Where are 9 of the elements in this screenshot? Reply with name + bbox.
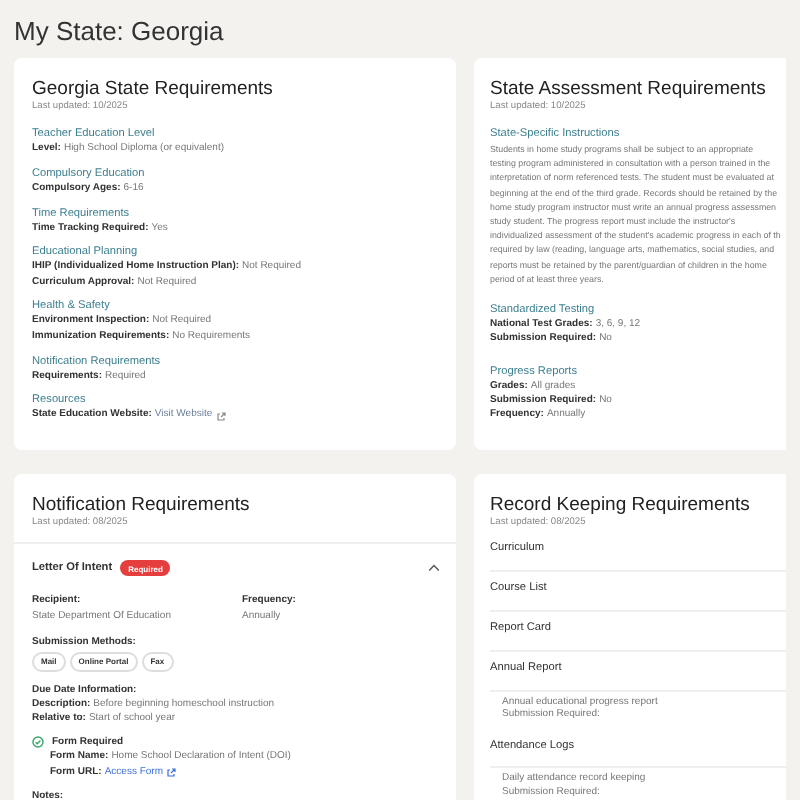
card-title: Record Keeping Requirements [490,494,752,516]
card-title: State Assessment Requirements [490,78,768,100]
check-circle-icon [32,736,44,749]
card-title: Georgia State Requirements [32,78,275,100]
card-title: Notification Requirements [32,494,252,516]
page-title: My State: Georgia [14,16,226,46]
chevron-icon[interactable] [428,564,440,572]
external-link-icon [215,411,226,422]
external-link-icon [166,767,177,778]
